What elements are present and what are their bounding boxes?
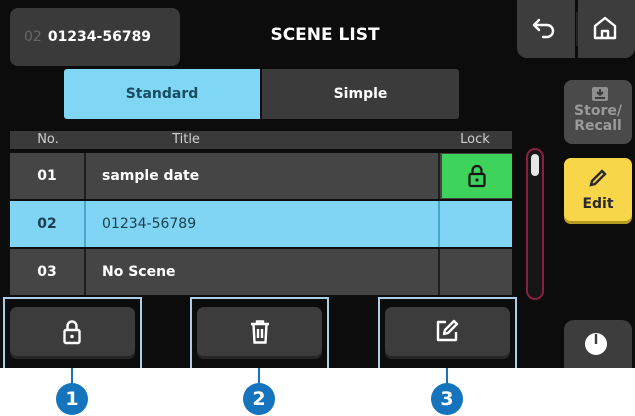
home-icon <box>592 15 618 41</box>
current-scene-name: 01234-56789 <box>47 29 152 45</box>
scrollbar-thumb[interactable] <box>531 154 539 176</box>
pencil-icon <box>588 168 608 188</box>
callout-marker-1: 1 <box>56 383 88 415</box>
lock-button[interactable] <box>10 307 135 359</box>
row-lock-cell[interactable] <box>438 153 512 199</box>
trash-icon <box>250 320 270 344</box>
row-title: 01234-56789 <box>102 216 197 232</box>
meter-icon <box>584 332 608 356</box>
table-row[interactable]: 01 sample date <box>10 153 512 199</box>
tab-simple[interactable]: Simple <box>262 69 459 119</box>
column-header-no: No. <box>37 132 59 147</box>
callout-marker-3: 3 <box>431 383 463 415</box>
store-recall-label-line1: Store/ <box>574 103 622 119</box>
back-button[interactable] <box>517 0 575 58</box>
store-recall-label: Store/ Recall <box>564 104 632 134</box>
store-recall-button[interactable]: Store/ Recall <box>564 80 632 144</box>
lock-icon <box>62 319 82 345</box>
delete-button[interactable] <box>197 307 322 359</box>
lock-indicator <box>442 154 512 198</box>
row-number: 01 <box>10 153 86 199</box>
column-header-title: Title <box>172 132 200 147</box>
home-button[interactable] <box>578 0 635 58</box>
lock-icon <box>467 164 487 188</box>
scene-list-screen: 02 01234-56789 SCENE LIST Standard Simpl… <box>0 0 635 368</box>
row-number: 02 <box>10 201 86 247</box>
row-number: 03 <box>10 249 86 295</box>
current-scene-display[interactable]: 02 01234-56789 <box>10 8 180 66</box>
row-lock-cell[interactable] <box>438 201 512 247</box>
column-header-lock: Lock <box>460 132 490 147</box>
scrollbar-track[interactable] <box>526 148 544 300</box>
page-title: SCENE LIST <box>270 25 380 45</box>
tab-standard[interactable]: Standard <box>64 69 260 119</box>
meter-button[interactable] <box>564 320 632 368</box>
current-scene-number: 02 <box>24 29 42 45</box>
edit-icon <box>435 319 459 343</box>
undo-arrow-icon <box>531 16 557 40</box>
row-title: No Scene <box>102 264 176 280</box>
edit-scene-button[interactable] <box>385 307 510 359</box>
edit-label: Edit <box>582 196 614 212</box>
callout-marker-2: 2 <box>243 383 275 415</box>
store-recall-label-line2: Recall <box>574 118 622 134</box>
store-recall-icon <box>591 86 609 102</box>
row-lock-cell[interactable] <box>438 249 512 295</box>
row-title: sample date <box>102 168 200 184</box>
table-row[interactable]: 03 No Scene <box>10 249 512 295</box>
table-row-selected[interactable]: 02 01234-56789 <box>10 201 512 247</box>
edit-mode-button[interactable]: Edit <box>564 158 632 224</box>
